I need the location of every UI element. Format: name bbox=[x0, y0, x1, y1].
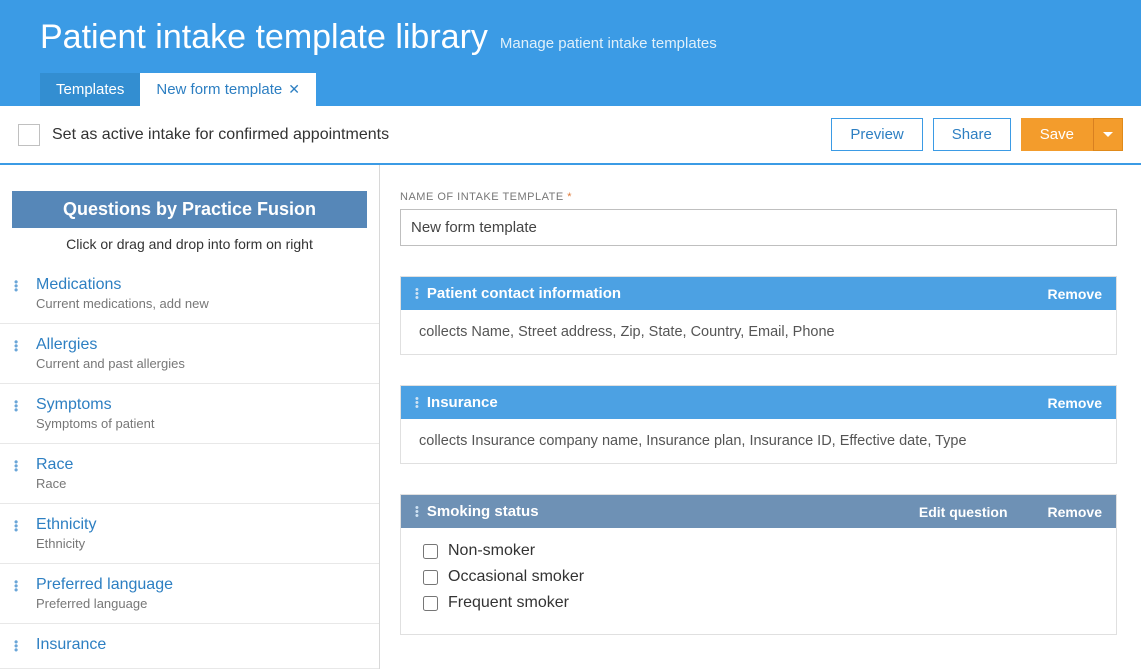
checkbox[interactable] bbox=[423, 544, 438, 559]
drag-handle-icon[interactable]: ••• bbox=[14, 580, 18, 592]
drag-handle-icon[interactable]: ••• bbox=[14, 340, 18, 352]
drag-handle-icon[interactable]: ••• bbox=[14, 400, 18, 412]
section-body: collects Insurance company name, Insuran… bbox=[401, 419, 1116, 463]
header-bar: Patient intake template library Manage p… bbox=[0, 0, 1141, 106]
remove-button[interactable]: Remove bbox=[1048, 504, 1102, 520]
save-button[interactable]: Save bbox=[1021, 118, 1093, 151]
option-frequent-smoker[interactable]: Frequent smoker bbox=[423, 594, 1094, 612]
drag-handle-icon[interactable]: ••• bbox=[415, 397, 419, 409]
template-name-label: NAME OF INTAKE TEMPLATE * bbox=[400, 191, 1117, 203]
question-title: Allergies bbox=[36, 336, 367, 354]
sidebar-hint: Click or drag and drop into form on righ… bbox=[0, 228, 379, 264]
question-title: Insurance bbox=[36, 636, 367, 654]
question-item-allergies[interactable]: ••• Allergies Current and past allergies bbox=[0, 324, 379, 384]
question-item-medications[interactable]: ••• Medications Current medications, add… bbox=[0, 264, 379, 324]
question-item-symptoms[interactable]: ••• Symptoms Symptoms of patient bbox=[0, 384, 379, 444]
checkbox[interactable] bbox=[423, 570, 438, 585]
tab-label: New form template bbox=[156, 81, 282, 98]
question-subtitle: Race bbox=[36, 476, 367, 491]
section-title: Smoking status bbox=[427, 503, 879, 520]
active-intake-label: Set as active intake for confirmed appoi… bbox=[52, 126, 831, 144]
question-title: Ethnicity bbox=[36, 516, 367, 534]
toolbar: Set as active intake for confirmed appoi… bbox=[0, 106, 1141, 165]
option-label: Occasional smoker bbox=[448, 568, 584, 586]
active-intake-checkbox[interactable] bbox=[18, 124, 40, 146]
question-item-preferred-language[interactable]: ••• Preferred language Preferred languag… bbox=[0, 564, 379, 624]
tabs: Templates New form template ✕ bbox=[40, 73, 1101, 106]
questions-sidebar: Questions by Practice Fusion Click or dr… bbox=[0, 165, 380, 669]
edit-question-button[interactable]: Edit question bbox=[919, 504, 1008, 520]
section-patient-contact: ••• Patient contact information Remove c… bbox=[400, 276, 1117, 355]
drag-handle-icon[interactable]: ••• bbox=[415, 288, 419, 300]
question-title: Medications bbox=[36, 276, 367, 294]
required-asterisk: * bbox=[567, 191, 572, 203]
section-insurance: ••• Insurance Remove collects Insurance … bbox=[400, 385, 1117, 464]
question-title: Race bbox=[36, 456, 367, 474]
preview-button[interactable]: Preview bbox=[831, 118, 922, 151]
section-title: Patient contact information bbox=[427, 285, 1008, 302]
tab-templates[interactable]: Templates bbox=[40, 73, 140, 106]
tab-new-form-template[interactable]: New form template ✕ bbox=[140, 73, 316, 106]
question-subtitle: Current medications, add new bbox=[36, 296, 367, 311]
drag-handle-icon[interactable]: ••• bbox=[14, 280, 18, 292]
question-subtitle: Preferred language bbox=[36, 596, 367, 611]
question-subtitle: Current and past allergies bbox=[36, 356, 367, 371]
remove-button[interactable]: Remove bbox=[1048, 395, 1102, 411]
section-body: collects Name, Street address, Zip, Stat… bbox=[401, 310, 1116, 354]
page-title: Patient intake template library bbox=[40, 18, 488, 57]
question-subtitle: Ethnicity bbox=[36, 536, 367, 551]
smoking-options: Non-smoker Occasional smoker Frequent sm… bbox=[401, 528, 1116, 634]
drag-handle-icon[interactable]: ••• bbox=[415, 506, 419, 518]
option-occasional-smoker[interactable]: Occasional smoker bbox=[423, 568, 1094, 586]
option-label: Frequent smoker bbox=[448, 594, 569, 612]
question-title: Symptoms bbox=[36, 396, 367, 414]
option-non-smoker[interactable]: Non-smoker bbox=[423, 542, 1094, 560]
option-label: Non-smoker bbox=[448, 542, 535, 560]
page-subtitle: Manage patient intake templates bbox=[500, 35, 717, 52]
drag-handle-icon[interactable]: ••• bbox=[14, 520, 18, 532]
save-dropdown-button[interactable] bbox=[1093, 118, 1123, 151]
form-builder-content: NAME OF INTAKE TEMPLATE * ••• Patient co… bbox=[380, 165, 1141, 669]
template-name-input[interactable] bbox=[400, 209, 1117, 246]
remove-button[interactable]: Remove bbox=[1048, 286, 1102, 302]
drag-handle-icon[interactable]: ••• bbox=[14, 460, 18, 472]
question-item-insurance[interactable]: ••• Insurance bbox=[0, 624, 379, 669]
question-title: Preferred language bbox=[36, 576, 367, 594]
share-button[interactable]: Share bbox=[933, 118, 1011, 151]
sidebar-header: Questions by Practice Fusion bbox=[12, 191, 367, 228]
section-title: Insurance bbox=[427, 394, 1008, 411]
checkbox[interactable] bbox=[423, 596, 438, 611]
question-item-race[interactable]: ••• Race Race bbox=[0, 444, 379, 504]
close-icon[interactable]: ✕ bbox=[288, 81, 300, 98]
question-item-ethnicity[interactable]: ••• Ethnicity Ethnicity bbox=[0, 504, 379, 564]
question-subtitle: Symptoms of patient bbox=[36, 416, 367, 431]
chevron-down-icon bbox=[1103, 132, 1113, 137]
section-smoking-status: ••• Smoking status Edit question Remove … bbox=[400, 494, 1117, 635]
